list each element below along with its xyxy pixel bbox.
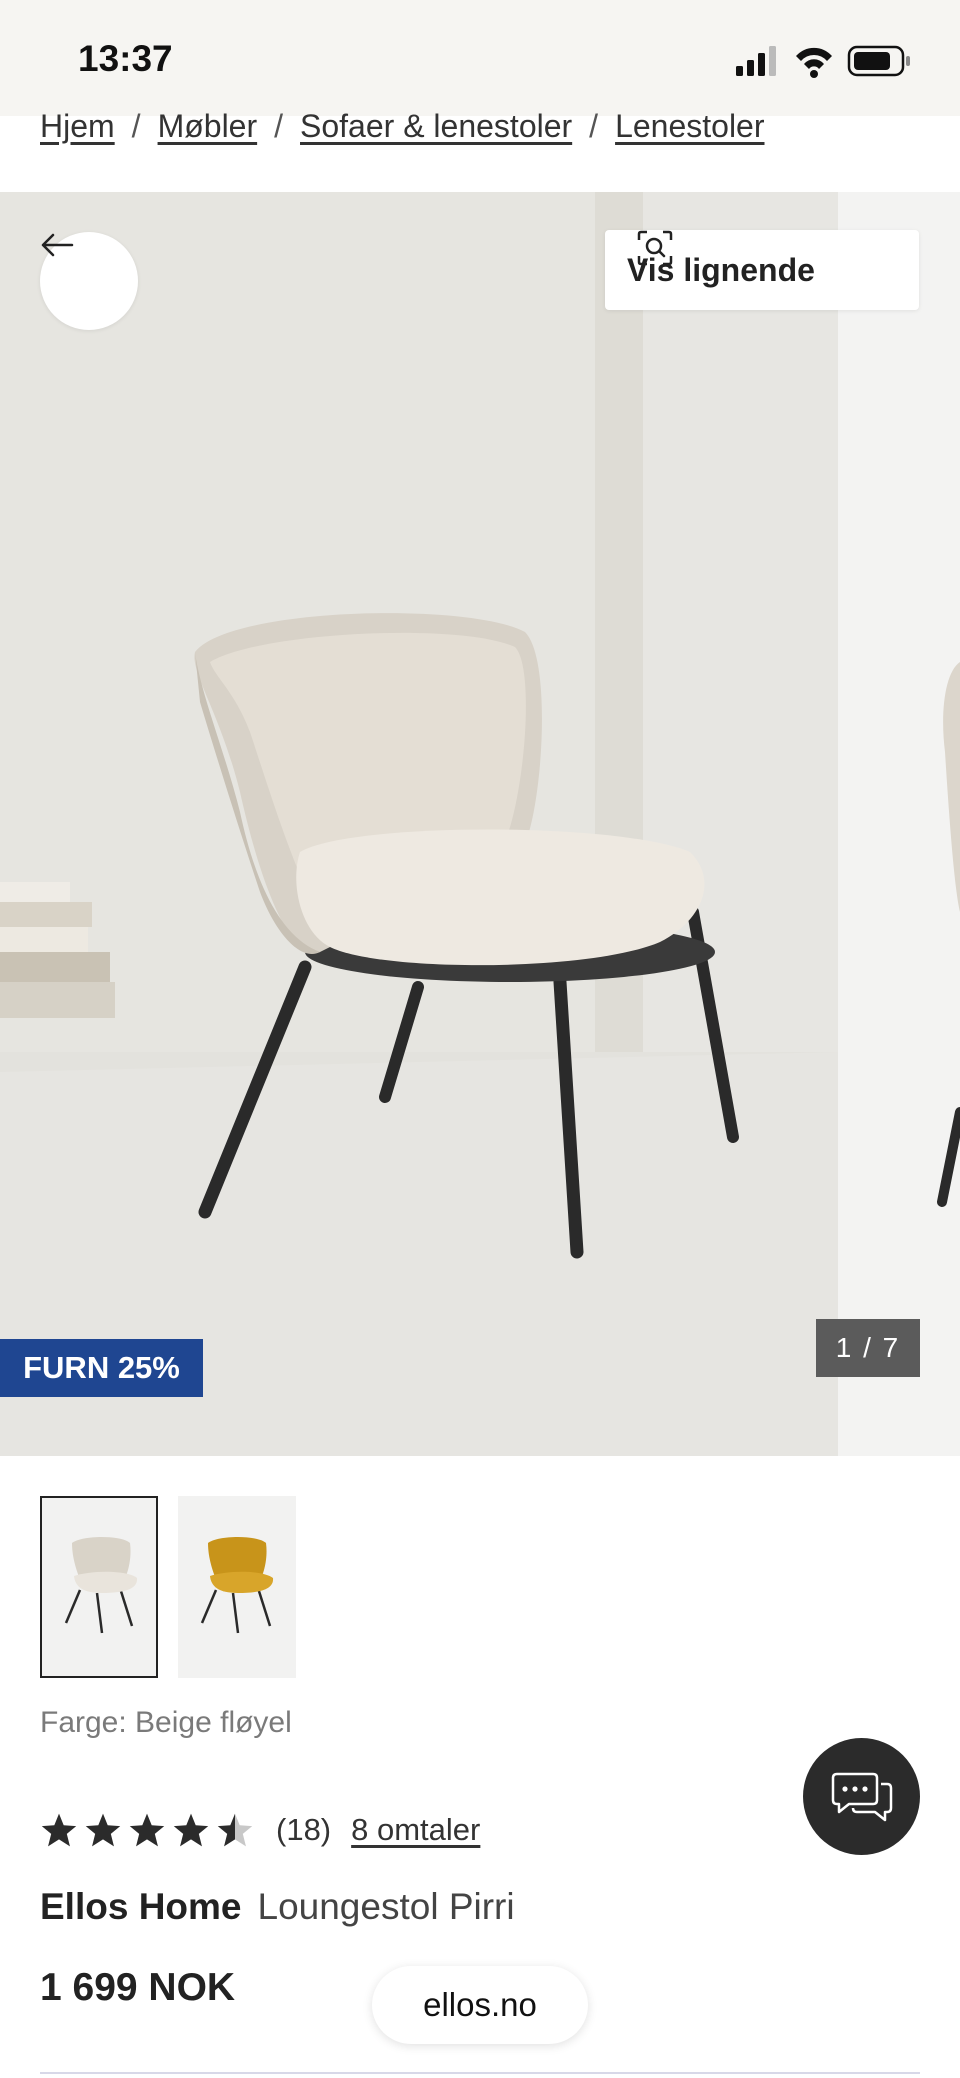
product-title: Ellos Home Loungestol Pirri: [40, 1886, 515, 1928]
promo-badge: FURN 25%: [0, 1339, 203, 1397]
reviews-link[interactable]: 8 omtaler: [351, 1812, 480, 1848]
back-button[interactable]: [40, 232, 138, 330]
breadcrumb-sofas[interactable]: Sofaer & lenestoler: [300, 108, 572, 144]
star-icon: [173, 1813, 209, 1847]
star-icon: [85, 1813, 121, 1847]
chat-button[interactable]: [803, 1738, 920, 1855]
product-image: [0, 192, 960, 1456]
product-image-carousel[interactable]: Vis lignende FURN 25% 1 / 7: [0, 192, 960, 1456]
color-thumbnails: [40, 1496, 640, 1680]
star-icon: [41, 1813, 77, 1847]
color-label: Farge: Beige fløyel: [40, 1706, 292, 1739]
breadcrumb-home[interactable]: Hjem: [40, 108, 115, 144]
half-star-icon: [217, 1813, 253, 1847]
product-name: Loungestol Pirri: [257, 1886, 515, 1927]
show-similar-button[interactable]: Vis lignende: [605, 230, 919, 310]
product-price: 1 699 NOK: [40, 1966, 236, 2009]
breadcrumb-separator: /: [131, 108, 141, 144]
visual-search-icon: [637, 230, 673, 266]
brand-name[interactable]: Ellos Home: [40, 1886, 242, 1927]
breadcrumb-separator: /: [589, 108, 599, 144]
breadcrumb: Hjem / Møbler / Sofaer & lenestoler / Lenestol…: [40, 108, 940, 152]
wifi-icon: [796, 47, 832, 78]
image-counter: 1 / 7: [816, 1319, 920, 1377]
chat-bubbles-icon: [831, 1772, 892, 1821]
rating-count: (18): [276, 1812, 332, 1847]
rating-row: (18) 8 omtaler: [40, 1808, 740, 1852]
signal-icon: [736, 46, 776, 76]
status-icons: [736, 42, 916, 82]
battery-icon: [847, 45, 910, 77]
arrow-left-icon: [41, 233, 74, 257]
breadcrumb-separator: /: [274, 108, 284, 144]
thumbnail-beige[interactable]: [40, 1496, 158, 1678]
status-bar: 13:37: [0, 0, 960, 116]
thumbnail-mustard[interactable]: [178, 1496, 296, 1678]
breadcrumb-armchairs[interactable]: Lenestoler: [615, 108, 764, 144]
star-rating: [40, 1812, 254, 1848]
browser-url-bar[interactable]: ellos.no: [372, 1966, 588, 2044]
section-divider: [40, 2072, 920, 2074]
star-icon: [129, 1813, 165, 1847]
beige-chair-thumbnail: [64, 1537, 138, 1634]
mustard-chair-thumbnail: [200, 1537, 274, 1634]
breadcrumb-furniture[interactable]: Møbler: [158, 108, 258, 144]
status-time: 13:37: [78, 38, 173, 79]
